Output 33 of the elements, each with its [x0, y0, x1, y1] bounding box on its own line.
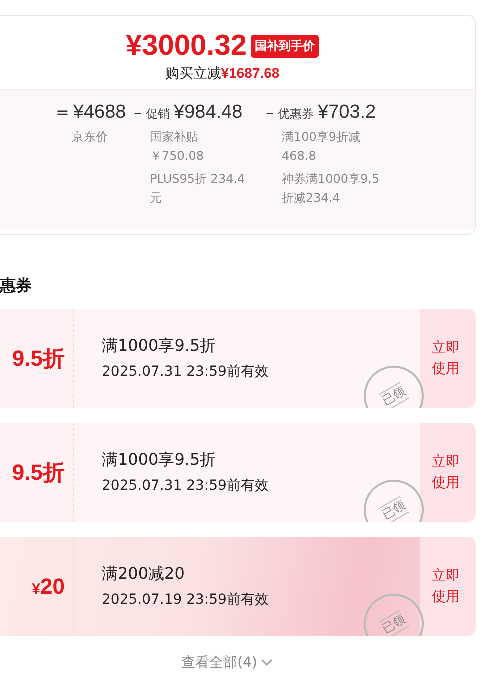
price-caption: 京东价 [72, 129, 109, 146]
use-now-button[interactable]: 立即使用 [420, 537, 476, 636]
coupon-validity: 2025.07.31 23:59前有效 [102, 363, 270, 381]
saving-text: 购买立减¥1687.68 [165, 65, 280, 83]
coupon-card[interactable]: 9.5折 满1000享9.5折 2025.07.31 23:59前有效 已领 立即使用 [0, 309, 476, 408]
coupon-condition: 满1000享9.5折 [102, 336, 218, 357]
coupon-value: 9.5折 [12, 344, 65, 372]
discount-detail: 神券满1000享9.5折减234.4 [282, 171, 381, 207]
breakdown-amount: ¥703.2 [318, 102, 376, 124]
use-now-button[interactable]: 立即使用 [420, 309, 476, 408]
breakdown-label: 优惠券 [278, 106, 314, 123]
breakdown-amount: ¥984.48 [174, 102, 243, 124]
operator-sign: = [56, 103, 70, 122]
discount-detail: 满100享9折减468.8 [282, 129, 362, 165]
coupon-validity: 2025.07.19 23:59前有效 [102, 591, 270, 609]
use-now-button[interactable]: 立即使用 [420, 423, 476, 522]
discount-detail: PLUS95折 234.4元 [150, 171, 246, 207]
coupon-card[interactable]: ¥20 满200减20 2025.07.19 23:59前有效 已领 立即使用 [0, 537, 476, 636]
discount-detail: 国家补贴￥750.08 [150, 129, 205, 165]
coupon-value: 9.5折 [12, 458, 65, 486]
operator-sign: – [134, 103, 142, 122]
view-all-link[interactable]: 查看全部(4) [176, 648, 280, 678]
chevron-down-icon [261, 659, 274, 667]
operator-sign: – [266, 103, 274, 122]
coupon-condition: 满1000享9.5折 [102, 450, 218, 471]
coupon-card[interactable]: 9.5折 满1000享9.5折 2025.07.31 23:59前有效 已领 立即使用 [0, 423, 476, 522]
final-price: ¥3000.32 [126, 30, 247, 63]
coupon-condition: 满200减20 [102, 564, 186, 585]
breakdown-label: 促销 [146, 106, 170, 123]
coupon-value: ¥20 [32, 574, 65, 600]
breakdown-amount: ¥4688 [73, 102, 126, 124]
price-badge: 国补到手价 [250, 35, 319, 58]
coupon-validity: 2025.07.31 23:59前有效 [102, 477, 270, 495]
